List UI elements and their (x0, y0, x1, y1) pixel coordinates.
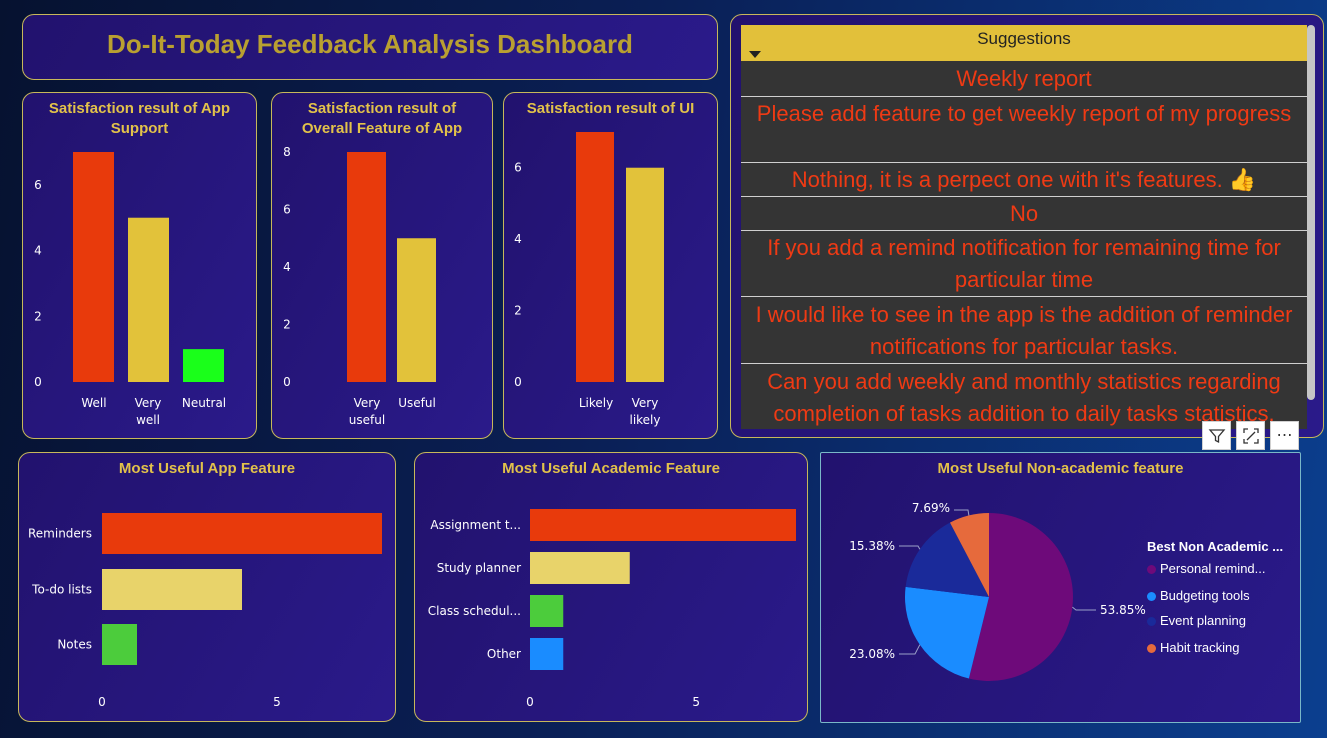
chart-title: Satisfaction result of App Support (48, 100, 231, 137)
suggestions-table[interactable]: Suggestions Weekly report Please add fea… (741, 25, 1307, 429)
legend-dot (1147, 644, 1156, 654)
chart-title: Most Useful Academic Feature (502, 460, 720, 477)
suggestion-row: I would like to see in the app is the ad… (741, 297, 1307, 364)
suggestion-row: If you add a remind notification for rem… (741, 231, 1307, 297)
app-support-card: Satisfaction result of App Support (22, 92, 257, 439)
more-options-button[interactable]: ⋯ (1270, 421, 1299, 450)
legend-dot (1147, 565, 1156, 575)
legend-title: Best Non Academic ... (1147, 539, 1284, 554)
suggestions-header-label: Suggestions (977, 29, 1071, 48)
legend-dot (1147, 592, 1156, 602)
filter-icon (1208, 429, 1225, 444)
academic-feature-card: Most Useful Academic Feature (414, 452, 808, 722)
chart-title: Satisfaction result of Overall Feature o… (301, 100, 463, 137)
focus-mode-button[interactable] (1236, 421, 1265, 450)
suggestion-row: Nothing, it is a perpect one with it's f… (741, 163, 1307, 197)
suggestion-row: Please add feature to get weekly report … (741, 97, 1307, 163)
legend-item[interactable]: Event planning (1147, 613, 1246, 628)
chart-title: Satisfaction result of UI (526, 100, 695, 117)
legend-item[interactable]: Habit tracking (1147, 640, 1239, 655)
focus-mode-icon (1242, 428, 1259, 444)
ui-card: Satisfaction result of UI (503, 92, 718, 439)
legend-item[interactable]: Personal remind... (1147, 561, 1266, 576)
sort-arrow-icon[interactable] (749, 51, 761, 58)
suggestions-header[interactable]: Suggestions (741, 25, 1307, 61)
more-options-icon: ⋯ (1276, 427, 1293, 444)
chart-title: Most Useful Non-academic feature (937, 460, 1184, 477)
dashboard-title: Do-It-Today Feedback Analysis Dashboard (107, 29, 633, 59)
chart-title: Most Useful App Feature (118, 460, 296, 477)
suggestion-row: Weekly report (741, 61, 1307, 97)
title-card: Do-It-Today Feedback Analysis Dashboard (22, 14, 718, 80)
suggestion-row: Can you add weekly and monthly statistic… (767, 369, 1281, 426)
overall-feature-card: Satisfaction result of Overall Feature o… (271, 92, 493, 439)
suggestion-row: No (741, 197, 1307, 231)
suggestions-scrollbar[interactable] (1307, 25, 1315, 400)
legend-item[interactable]: Budgeting tools (1147, 588, 1250, 603)
legend-dot (1147, 617, 1156, 627)
filter-button[interactable] (1202, 421, 1231, 450)
app-feature-card: Most Useful App Feature (18, 452, 396, 722)
